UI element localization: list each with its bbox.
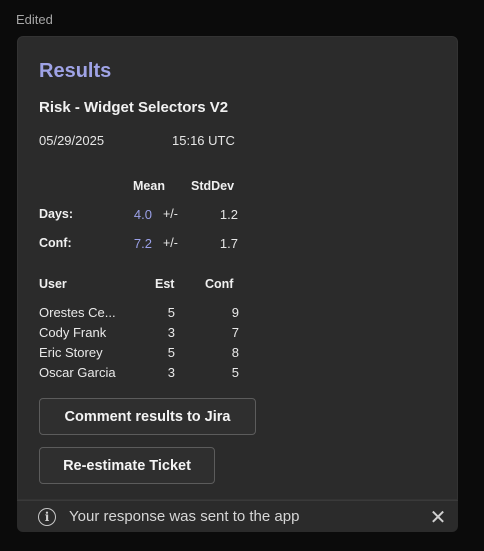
table-row: Eric Storey 5 8 [39, 345, 249, 365]
banner-text: Your response was sent to the app [69, 508, 300, 525]
response-sent-banner: i Your response was sent to the app ✕ [17, 500, 458, 532]
days-stddev: 1.2 [219, 207, 238, 222]
re-estimate-ticket-button[interactable]: Re-estimate Ticket [39, 447, 215, 484]
user-est: 5 [167, 345, 175, 360]
user-conf: 8 [231, 345, 239, 360]
user-conf: 9 [231, 305, 239, 320]
days-mean: 4.0 [133, 207, 152, 222]
user-conf: 5 [231, 365, 239, 380]
conf-label: Conf: [39, 236, 72, 250]
close-icon[interactable]: ✕ [428, 505, 448, 530]
info-icon: i [38, 508, 56, 526]
user-conf: 7 [231, 325, 239, 340]
table-row: Orestes Ce... 5 9 [39, 305, 249, 325]
conf-plus-minus: +/- [163, 236, 178, 250]
mean-header: Mean [133, 179, 165, 193]
user-name: Orestes Ce... [39, 305, 116, 320]
card-title: Results [39, 60, 112, 82]
est-header: Est [155, 277, 175, 291]
edited-label: Edited [16, 12, 53, 27]
days-plus-minus: +/- [163, 207, 178, 221]
conf-header: Conf [205, 277, 234, 291]
comment-results-to-jira-button[interactable]: Comment results to Jira [39, 398, 256, 435]
user-est: 5 [167, 305, 175, 320]
user-est: 3 [167, 325, 175, 340]
card-subtitle: Risk - Widget Selectors V2 [39, 99, 229, 116]
user-name: Cody Frank [39, 325, 107, 340]
user-est: 3 [167, 365, 175, 380]
table-row: Cody Frank 3 7 [39, 325, 249, 345]
results-card: Results Risk - Widget Selectors V2 05/29… [17, 36, 458, 500]
result-time: 15:16 UTC [172, 133, 235, 148]
user-name: Oscar Garcia [39, 365, 116, 380]
conf-stddev: 1.7 [219, 236, 238, 251]
stddev-header: StdDev [191, 179, 235, 193]
user-header: User [39, 277, 67, 291]
days-label: Days: [39, 207, 74, 221]
conf-mean: 7.2 [133, 236, 152, 251]
user-name: Eric Storey [39, 345, 103, 360]
result-date: 05/29/2025 [39, 133, 105, 148]
table-row: Oscar Garcia 3 5 [39, 365, 249, 385]
